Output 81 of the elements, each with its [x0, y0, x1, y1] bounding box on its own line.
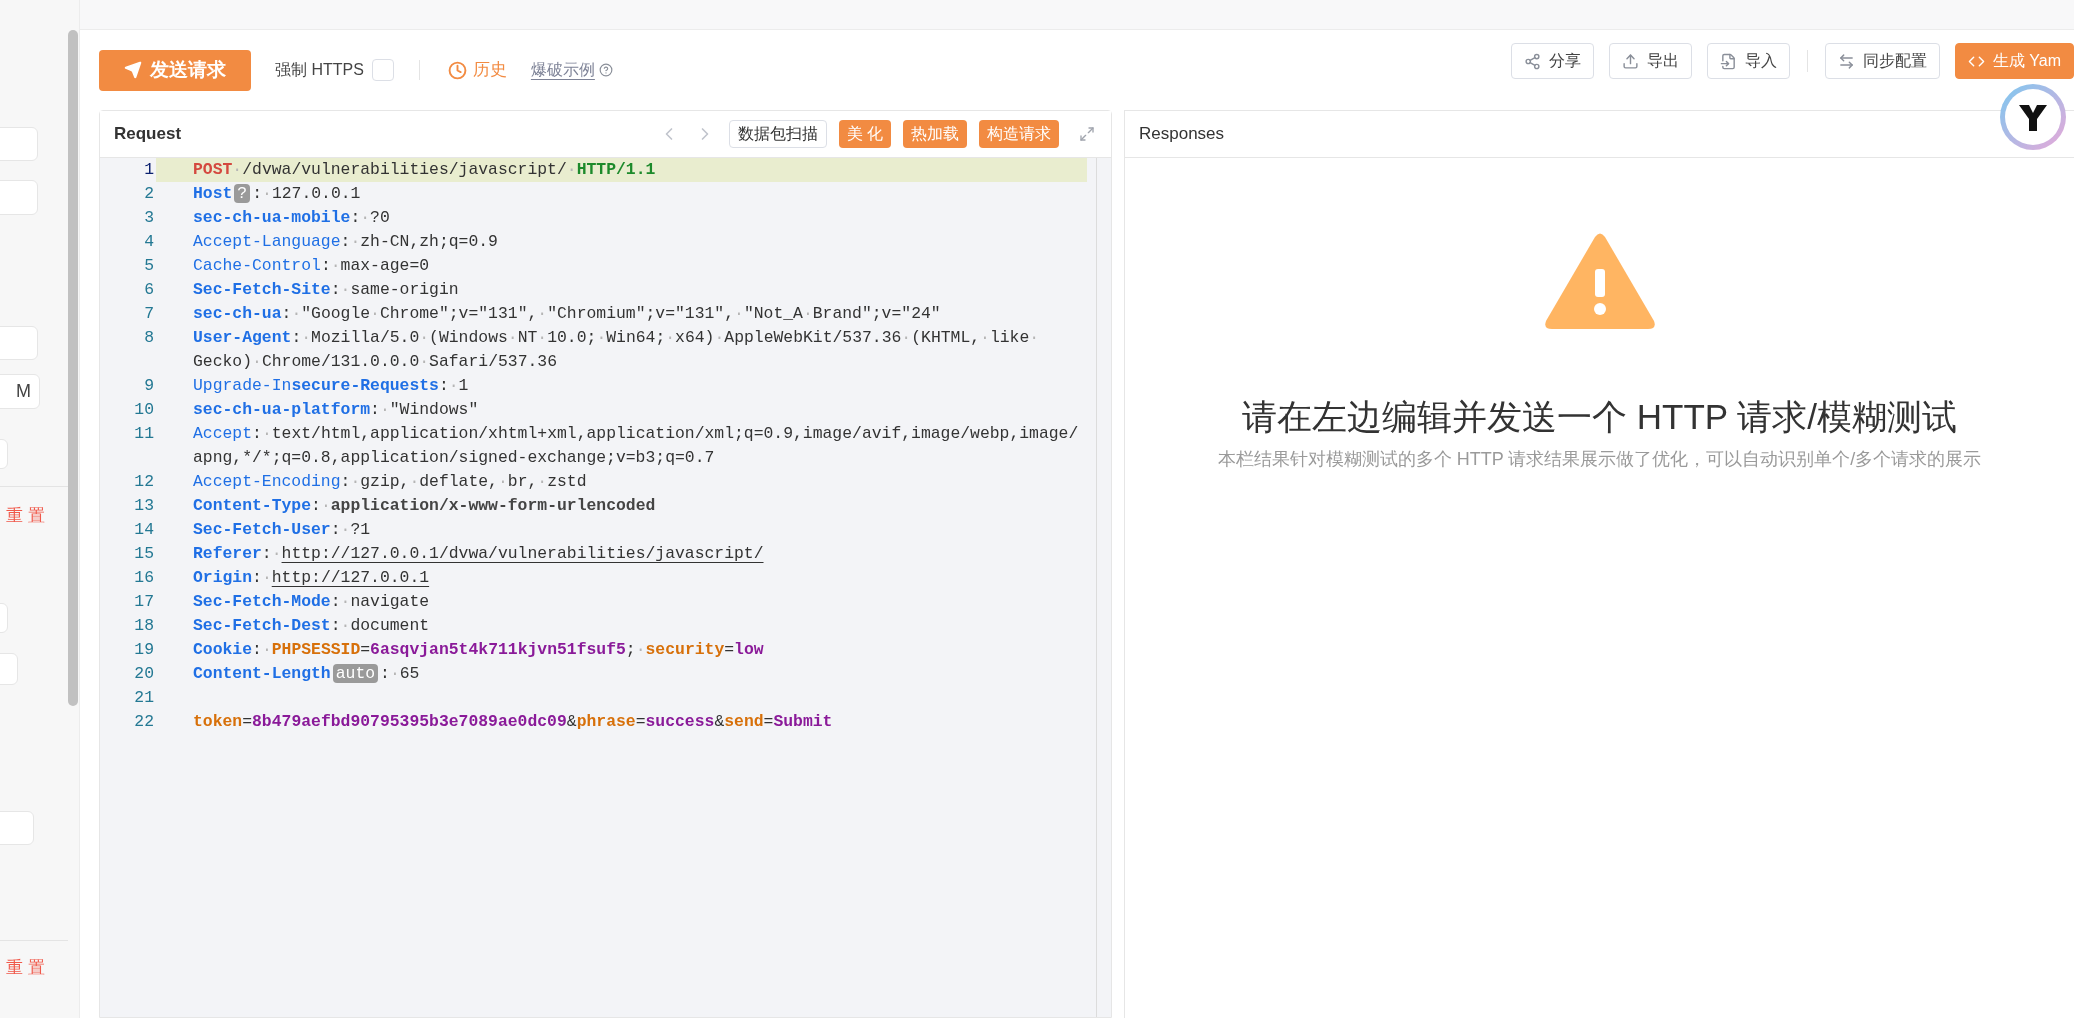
line-number: 20: [133, 663, 155, 685]
line-number: 21: [133, 687, 155, 709]
code-line: POST·/dvwa/vulnerabilities/javascript/·HTTP/1.1: [193, 159, 656, 181]
import-icon: [1719, 52, 1737, 70]
clock-icon: [447, 60, 467, 80]
sidebar-field[interactable]: [0, 652, 18, 685]
code-line: sec-ch-ua-mobile:·?0: [193, 207, 390, 229]
code-line: Host ? :·127.0.0.1: [193, 183, 361, 205]
share-icon: [1523, 52, 1541, 70]
history-button[interactable]: 历史: [447, 57, 507, 83]
request-action-button[interactable]: 数据包扫描: [728, 120, 827, 148]
code-line: Sec-Fetch-Dest:·document: [193, 615, 430, 637]
generate-button[interactable]: 生成 Yam: [1954, 43, 2074, 79]
expand-icon[interactable]: [1079, 126, 1095, 142]
code-line: apng,*/*;q=0.8,application/signed-exchange;v=b3;q=0.7: [193, 447, 715, 469]
code-line: User-Agent:·Mozilla/5.0·(Windows·NT·10.0;·Win64;·x64)·AppleWebKit/537.36·(KHTML,·like·: [193, 327, 1040, 349]
line-number: 8: [143, 327, 155, 349]
panel-title: Responses: [1139, 123, 1225, 146]
sidebar-field[interactable]: [0, 127, 38, 161]
line-number: 17: [133, 591, 155, 613]
code-line: sec-ch-ua-platform:·"Windows": [193, 399, 479, 421]
line-number: 11: [133, 423, 155, 445]
line-number: 16: [133, 567, 155, 589]
line-number: 2: [143, 183, 155, 205]
scrollbar[interactable]: [68, 30, 78, 706]
request-action-button[interactable]: 构造请求: [979, 120, 1059, 148]
code-line: Sec-Fetch-Mode:·navigate: [193, 591, 430, 613]
line-number: 6: [143, 279, 155, 301]
line-number: 13: [133, 495, 155, 517]
line-number: 4: [143, 231, 155, 253]
warning-icon: [1543, 233, 1656, 331]
line-number: 1: [143, 159, 155, 181]
code-line: Referer:·http://127.0.0.1/dvwa/vulnerabilities/javascript/: [193, 543, 764, 565]
line-number: 12: [133, 471, 155, 493]
code-line: Accept:·text/html,application/xhtml+xml,application/xml;q=0.9,image/avif,image/webp,image/: [193, 423, 1079, 445]
code-line: Accept-Encoding:·gzip,·deflate,·br,·zstd: [193, 471, 587, 493]
code-line: Origin:·http://127.0.0.1: [193, 567, 430, 589]
toolbar-button[interactable]: 导入: [1706, 43, 1790, 79]
force-https-checkbox[interactable]: [371, 59, 394, 81]
sidebar-field[interactable]: [0, 326, 38, 360]
reset-link[interactable]: 重 置: [6, 954, 45, 980]
code-line: Content-Length auto :·65: [193, 663, 420, 685]
code-line: Upgrade-Insecure-Requests:·1: [193, 375, 469, 397]
line-number: 9: [143, 375, 155, 397]
code-line: Cookie:·PHPSESSID=6asqvjan5t4k711kjvn51fsuf5;·security=low: [193, 639, 764, 661]
sidebar-field[interactable]: [0, 810, 34, 845]
swap-arrows-icon: [1837, 52, 1855, 70]
line-number: 18: [133, 615, 155, 637]
help-icon[interactable]: [598, 63, 613, 77]
line-number: 10: [133, 399, 155, 421]
code-line: Cache-Control:·max-age=0: [193, 255, 430, 277]
request-action-button[interactable]: 热加载: [903, 120, 967, 148]
panel-title: Request: [114, 123, 182, 146]
force-https-label: 强制 HTTPS: [275, 60, 364, 80]
code-line: sec-ch-ua:·"Google·Chrome";v="131",·"Chromium";v="131",·"Not_A·Brand";v="24": [193, 303, 941, 325]
line-number: 7: [143, 303, 155, 325]
paper-plane-icon: [124, 61, 142, 79]
sidebar-field[interactable]: [0, 180, 38, 215]
send-request-button[interactable]: 发送请求: [99, 49, 251, 91]
line-number: 19: [133, 639, 155, 661]
code-line: Gecko)·Chrome/131.0.0.0·Safari/537.36: [193, 351, 557, 373]
line-number: 14: [133, 519, 155, 541]
code-line: token=8b479aefbd90795395b3e7089ae0dc09&phrase=success&send=Submit: [193, 711, 833, 733]
code-line: Accept-Language:·zh-CN,zh;q=0.9: [193, 231, 498, 253]
line-number: 22: [133, 711, 155, 733]
upload-icon: [1621, 52, 1639, 70]
line-number: 15: [133, 543, 155, 565]
empty-state-hint: 本栏结果针对模糊测试的多个 HTTP 请求结果展示做了优化，可以自动识别单个/多个请求的展示: [1217, 447, 1982, 471]
code-line: Sec-Fetch-Site:·same-origin: [193, 279, 459, 301]
code-line: Content-Type:·application/x-www-form-urlencoded: [193, 495, 656, 517]
code-line: Sec-Fetch-User:·?1: [193, 519, 371, 541]
reset-link[interactable]: 重 置: [6, 503, 45, 529]
toolbar-button[interactable]: 同步配置: [1824, 43, 1940, 79]
request-action-button[interactable]: 美 化: [838, 120, 891, 148]
toolbar-button[interactable]: 导出: [1608, 43, 1692, 79]
toolbar-button[interactable]: 分享: [1510, 43, 1594, 79]
line-number: 3: [143, 207, 155, 229]
empty-state-title: 请在左边编辑并发送一个 HTTP 请求/模糊测试: [1242, 396, 1957, 438]
example-link[interactable]: 爆破示例: [530, 58, 595, 82]
line-number: 5: [143, 255, 155, 277]
sidebar-field[interactable]: M: [0, 374, 40, 409]
